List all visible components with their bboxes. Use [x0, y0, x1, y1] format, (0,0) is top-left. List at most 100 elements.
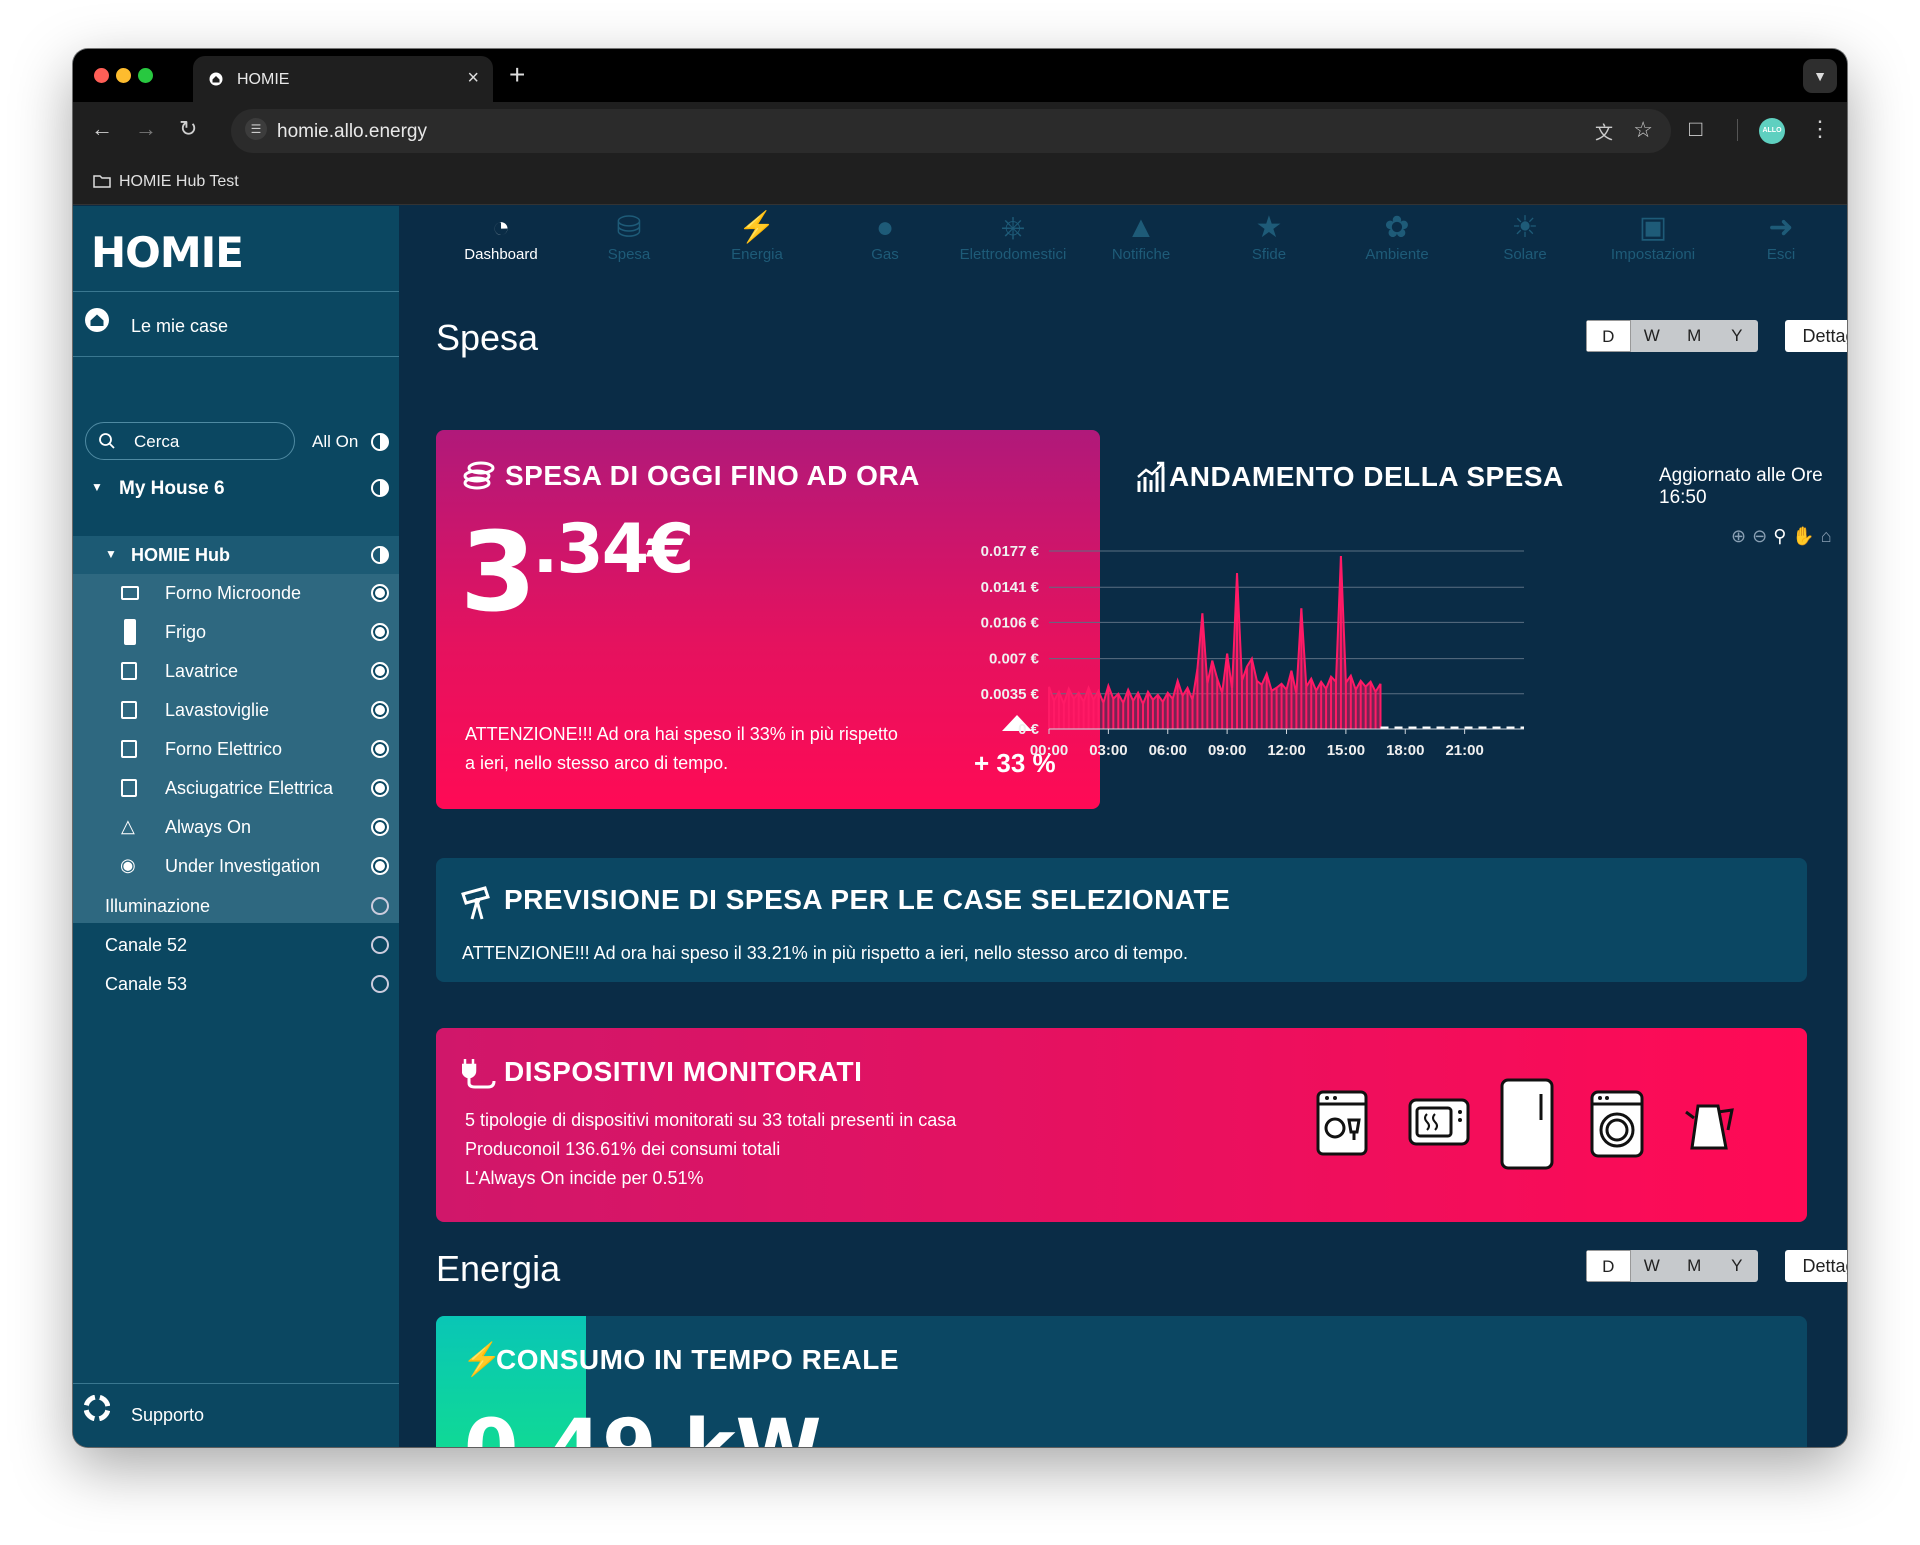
device-toggle[interactable]: [371, 584, 389, 602]
url-text: homie.allo.energy: [277, 121, 427, 142]
maximize-window-button[interactable]: [138, 68, 153, 83]
address-bar[interactable]: ☰ homie.allo.energy 文 ☆: [231, 109, 1671, 153]
tab-close-icon[interactable]: ×: [467, 67, 479, 90]
device-toggle[interactable]: [371, 662, 389, 680]
channel-row[interactable]: Illuminazione: [73, 890, 399, 922]
trophy-icon: ★: [1255, 211, 1283, 244]
period-d[interactable]: D: [1586, 320, 1631, 352]
channel-toggle[interactable]: [371, 897, 389, 915]
all-on-toggle[interactable]: [371, 433, 389, 451]
period-y[interactable]: Y: [1716, 1250, 1759, 1282]
period-y[interactable]: Y: [1716, 320, 1759, 352]
all-on-label: All On: [312, 432, 359, 451]
nav-esci[interactable]: ➜ Esci: [1717, 206, 1845, 286]
section-title-spesa: Spesa: [436, 317, 539, 358]
tab-search-button[interactable]: ▼: [1803, 59, 1837, 93]
device-row[interactable]: Frigo: [73, 616, 399, 648]
device-row[interactable]: ◉ Under Investigation: [73, 850, 399, 882]
nav-dashboard[interactable]: ◔ Dashboard: [437, 206, 565, 286]
user-icon: ▣: [1638, 211, 1668, 244]
home-reset-icon[interactable]: ⌂: [1821, 526, 1838, 546]
period-m[interactable]: M: [1673, 320, 1716, 352]
magnifier-icon[interactable]: ⚲: [1773, 526, 1792, 546]
device-row[interactable]: △ Always On: [73, 811, 399, 843]
nav-spesa[interactable]: ⛁ Spesa: [565, 206, 693, 286]
details-button-energia[interactable]: Dettagli: [1785, 1250, 1847, 1282]
support-label: Supporto: [131, 1405, 205, 1425]
site-settings-icon[interactable]: ☰: [245, 118, 267, 140]
search-input[interactable]: Cerca: [85, 422, 295, 460]
nav-gas[interactable]: ● Gas: [821, 206, 949, 286]
nav-notifiche[interactable]: ▲ Notifiche: [1077, 206, 1205, 286]
zoom-out-icon[interactable]: ⊖: [1752, 526, 1773, 546]
device-label: Asciugatrice Elettrica: [165, 778, 334, 798]
profile-avatar[interactable]: ALLO: [1759, 118, 1785, 144]
channel-row[interactable]: Canale 53: [73, 968, 399, 1000]
menu-dots-icon[interactable]: ⋮: [1809, 116, 1831, 142]
device-row[interactable]: Lavastoviglie: [73, 694, 399, 726]
back-icon[interactable]: ←: [91, 116, 113, 142]
sidebar-divider: [73, 1383, 399, 1384]
bookmark-label: HOMIE Hub Test: [119, 173, 239, 190]
pan-hand-icon[interactable]: ✋: [1792, 526, 1820, 546]
translate-icon[interactable]: 文: [1595, 119, 1613, 145]
nav-energia[interactable]: ⚡ Energia: [693, 206, 821, 286]
device-row[interactable]: Forno Microonde: [73, 577, 399, 609]
device-toggle[interactable]: [371, 623, 389, 641]
channel-toggle[interactable]: [371, 936, 389, 954]
device-row[interactable]: Lavatrice: [73, 655, 399, 687]
device-toggle[interactable]: [371, 779, 389, 797]
device-row[interactable]: Asciugatrice Elettrica: [73, 772, 399, 804]
period-d[interactable]: D: [1586, 1250, 1631, 1282]
nav-elettrodomestici[interactable]: ⎈ Elettrodomestici: [949, 206, 1077, 286]
eye-icon: ◉: [120, 855, 136, 875]
close-window-button[interactable]: [94, 68, 109, 83]
device-toggle[interactable]: [371, 818, 389, 836]
fridge-icon: [1500, 1078, 1554, 1170]
minimize-window-button[interactable]: [116, 68, 131, 83]
browser-window: HOMIE × + ▼ ← → ↻ ☰ homie.allo.energy 文 …: [73, 49, 1847, 1447]
nav-solare[interactable]: ☀ Solare: [1461, 206, 1589, 286]
browser-tab[interactable]: HOMIE ×: [193, 56, 493, 102]
device-toggle[interactable]: [371, 701, 389, 719]
hub-row[interactable]: ▼ HOMIE Hub: [73, 539, 399, 571]
my-homes-link[interactable]: Le mie case: [73, 306, 399, 346]
y-tick-label: 0.0141 €: [981, 579, 1040, 596]
y-tick-label: 0.0177 €: [981, 543, 1040, 560]
nav-sfide[interactable]: ★ Sfide: [1205, 206, 1333, 286]
house-row[interactable]: ▼ My House 6: [73, 472, 399, 504]
toolbar: ← → ↻ ☰ homie.allo.energy 文 ☆ □ ALLO ⋮: [73, 102, 1847, 159]
hub-toggle[interactable]: [371, 546, 389, 564]
today-spending-value: 3.34€: [460, 508, 694, 636]
devices-line: L'Always On incide per 0.51%: [465, 1168, 704, 1188]
channel-toggle[interactable]: [371, 975, 389, 993]
device-toggle[interactable]: [371, 740, 389, 758]
bookmark-item[interactable]: HOMIE Hub Test: [93, 173, 239, 191]
reload-icon[interactable]: ↻: [179, 116, 197, 142]
support-link[interactable]: Supporto: [73, 1395, 399, 1435]
period-w[interactable]: W: [1631, 1250, 1674, 1282]
trend-updated: Aggiornato alle Ore 16:50: [1659, 465, 1823, 508]
forward-icon[interactable]: →: [135, 116, 157, 142]
bookmark-star-icon[interactable]: ☆: [1633, 117, 1653, 143]
extensions-icon[interactable]: □: [1689, 116, 1702, 142]
device-toggle[interactable]: [371, 857, 389, 875]
flame-icon: ●: [875, 211, 895, 244]
period-w[interactable]: W: [1631, 320, 1674, 352]
zoom-in-icon[interactable]: ⊕: [1731, 526, 1752, 546]
nav-impostazioni[interactable]: ▣ Impostazioni: [1589, 206, 1717, 286]
always-on-icon: △: [121, 816, 135, 836]
new-tab-button[interactable]: +: [509, 59, 525, 91]
sidebar-divider: [73, 291, 399, 292]
device-label: Lavatrice: [165, 661, 239, 681]
channel-row[interactable]: Canale 52: [73, 929, 399, 961]
details-button-spesa[interactable]: Dettagli: [1785, 320, 1847, 352]
device-row[interactable]: Forno Elettrico: [73, 733, 399, 765]
x-tick-label: 03:00: [1089, 742, 1127, 759]
house-toggle[interactable]: [371, 479, 389, 497]
period-m[interactable]: M: [1673, 1250, 1716, 1282]
warning-line: a ieri, nello stesso arco di tempo.: [465, 753, 729, 773]
channel-label: Illuminazione: [105, 896, 211, 916]
section-title-energia: Energia: [436, 1248, 561, 1289]
nav-ambiente[interactable]: ✿ Ambiente: [1333, 206, 1461, 286]
